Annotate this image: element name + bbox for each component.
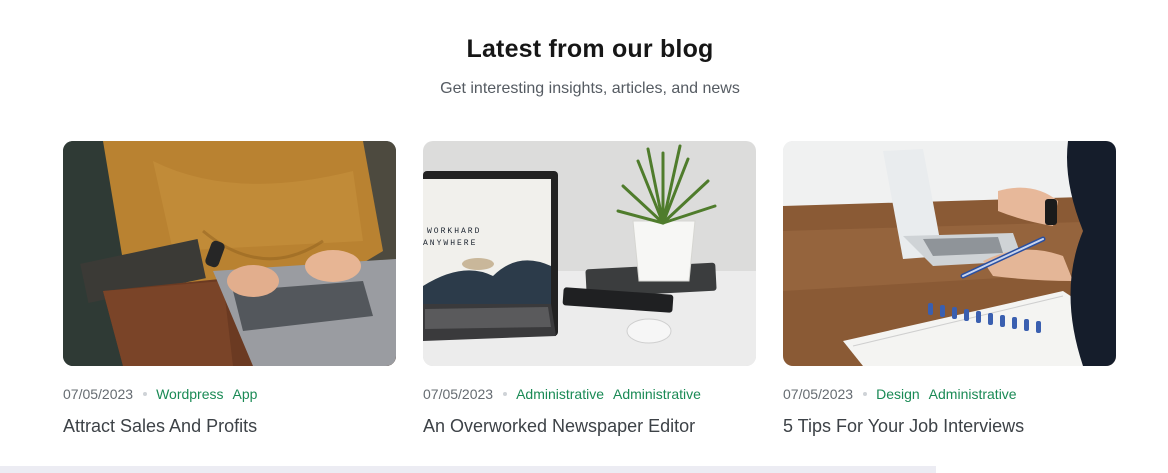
blog-section: Latest from our blog Get interesting ins… [0, 0, 1168, 473]
laptop-screen-text: ANYWHERE [423, 239, 477, 248]
post-title[interactable]: 5 Tips For Your Job Interviews [783, 416, 1116, 437]
meta-separator-dot [143, 392, 148, 396]
post-meta: 07/05/2023 Administrative Administrative [423, 385, 756, 403]
post-date: 07/05/2023 [783, 386, 854, 402]
post-thumbnail-laptop-plant[interactable]: WORKHARD ANYWHERE [423, 141, 756, 366]
post-meta: 07/05/2023 Design Administrative [783, 385, 1116, 403]
meta-separator-dot [863, 392, 868, 396]
horizontal-scrollbar[interactable] [0, 466, 936, 473]
post-tag-link[interactable]: Wordpress [156, 386, 223, 402]
post-title[interactable]: Attract Sales And Profits [63, 416, 396, 437]
section-heading: Latest from our blog [466, 35, 714, 63]
post-meta: 07/05/2023 Wordpress App [63, 385, 396, 403]
post-tag-link[interactable]: Administrative [929, 386, 1017, 402]
laptop-screen-text: WORKHARD [427, 227, 481, 236]
meta-separator-dot [503, 392, 508, 396]
post-thumbnail-typing-laptop[interactable] [63, 141, 396, 366]
laptop-and-plant-image: WORKHARD ANYWHERE [423, 141, 756, 366]
post-tag-link[interactable]: Design [876, 386, 920, 402]
desk-notebook-image [783, 141, 1116, 366]
post-date: 07/05/2023 [423, 386, 494, 402]
blog-card: 07/05/2023 Wordpress App Attract Sales A… [63, 141, 396, 437]
section-subheading: Get interesting insights, articles, and … [440, 80, 740, 97]
post-tag-link[interactable]: Administrative [516, 386, 604, 402]
blog-card: 07/05/2023 Design Administrative 5 Tips … [783, 141, 1116, 437]
post-tag-link[interactable]: App [233, 386, 258, 402]
post-title[interactable]: An Overworked Newspaper Editor [423, 416, 756, 437]
post-date: 07/05/2023 [63, 386, 134, 402]
person-typing-laptop-image [63, 141, 396, 366]
post-thumbnail-desk-notebook[interactable] [783, 141, 1116, 366]
blog-card: WORKHARD ANYWHERE 07/05/2023 Administrat… [423, 141, 756, 437]
post-tag-link[interactable]: Administrative [613, 386, 701, 402]
